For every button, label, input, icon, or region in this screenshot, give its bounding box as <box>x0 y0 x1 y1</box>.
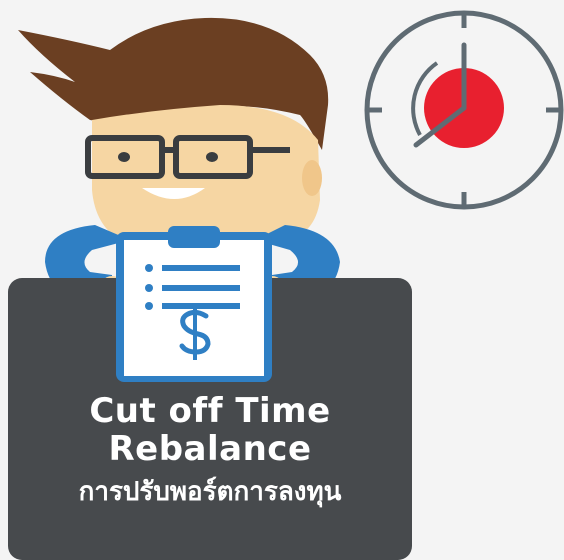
title-line-1: Cut off Time <box>89 391 331 431</box>
subtitle-thai: การปรับพอร์ตการลงทุน <box>78 477 342 507</box>
clock-icon <box>364 10 564 210</box>
card-text: Cut off Time Rebalance การปรับพอร์ตการลง… <box>8 392 412 512</box>
clipboard-icon <box>116 226 272 382</box>
title-line-2: Rebalance <box>108 429 312 469</box>
